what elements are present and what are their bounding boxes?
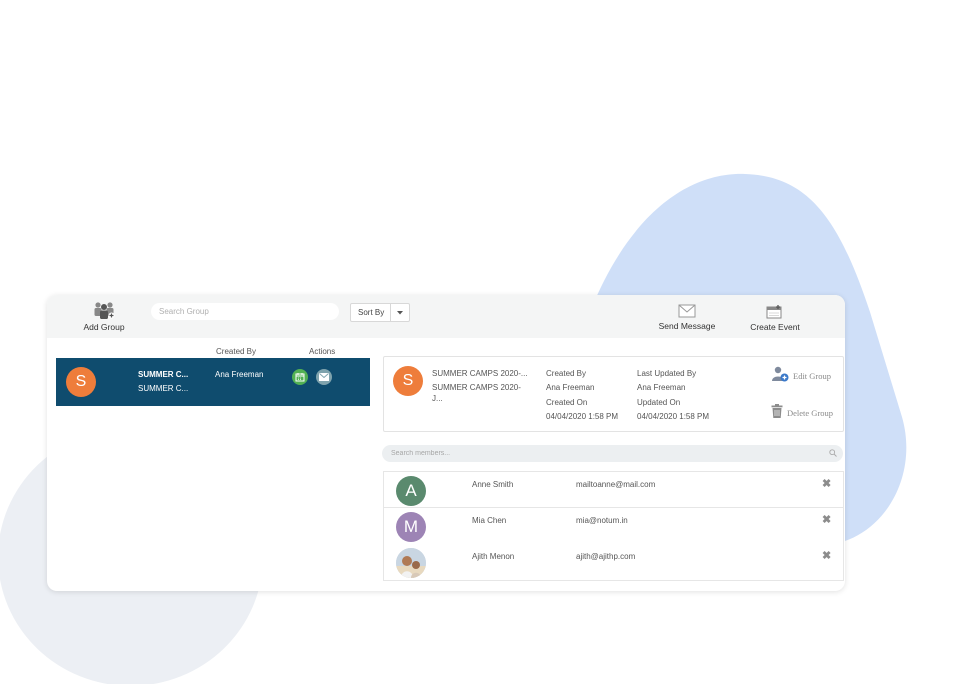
column-header-created-by: Created By xyxy=(216,347,257,356)
calendar-action-icon[interactable] xyxy=(292,369,308,385)
group-name: SUMMER C... xyxy=(138,370,189,379)
user-add-icon xyxy=(772,366,789,382)
updated-by-label: Last Updated By xyxy=(637,369,697,378)
group-detail-title: SUMMER CAMPS 2020-... xyxy=(432,369,528,378)
trash-icon xyxy=(771,404,783,418)
chevron-down-icon xyxy=(391,304,409,321)
sort-by-label: Sort By xyxy=(351,304,392,321)
member-name: Anne Smith xyxy=(472,480,514,489)
created-by-value: Ana Freeman xyxy=(546,383,595,392)
member-row: M Mia Chen mia@notum.in ✖ xyxy=(383,508,844,545)
envelope-icon xyxy=(678,304,696,318)
groups-window: Add Group Sort By Send Message Create xyxy=(47,295,845,591)
delete-group-button[interactable]: Delete Group xyxy=(771,404,833,418)
group-detail-avatar: S xyxy=(393,366,423,396)
member-avatar: A xyxy=(396,476,426,506)
updated-on-value: 04/04/2020 1:58 PM xyxy=(637,412,710,421)
created-on-value: 04/04/2020 1:58 PM xyxy=(546,412,619,421)
column-header-actions: Actions xyxy=(309,347,336,356)
member-email: ajith@ajithp.com xyxy=(576,552,636,561)
send-message-label: Send Message xyxy=(658,321,716,331)
add-group-button[interactable]: Add Group xyxy=(77,301,131,332)
member-name: Ajith Menon xyxy=(472,552,515,561)
member-email: mailtoanne@mail.com xyxy=(576,480,656,489)
group-subname: SUMMER C... xyxy=(138,384,189,393)
member-search-input[interactable] xyxy=(382,445,843,462)
member-avatar: M xyxy=(396,512,426,542)
created-by-label: Created By xyxy=(546,369,587,378)
member-photo-avatar xyxy=(396,548,426,578)
group-row-selected[interactable]: S SUMMER C... SUMMER C... Ana Freeman xyxy=(56,358,370,406)
remove-member-icon[interactable]: ✖ xyxy=(822,549,831,562)
calendar-add-icon xyxy=(766,305,782,319)
edit-group-label: Edit Group xyxy=(793,370,832,381)
group-created-by: Ana Freeman xyxy=(215,370,264,379)
member-name: Mia Chen xyxy=(472,516,507,525)
member-row: A Anne Smith mailtoanne@mail.com ✖ xyxy=(383,471,844,508)
create-event-button[interactable]: Create Event xyxy=(747,304,803,332)
member-row: Ajith Menon ajith@ajithp.com ✖ xyxy=(383,544,844,581)
add-group-label: Add Group xyxy=(83,322,125,332)
edit-group-button[interactable]: Edit Group xyxy=(771,366,831,382)
group-detail-card: S SUMMER CAMPS 2020-... SUMMER CAMPS 202… xyxy=(383,356,844,432)
updated-by-value: Ana Freeman xyxy=(637,383,686,392)
group-detail-subtitle-wrap: J... xyxy=(432,394,443,403)
updated-on-label: Updated On xyxy=(637,398,681,407)
delete-group-label: Delete Group xyxy=(787,407,834,418)
group-avatar: S xyxy=(66,367,96,397)
remove-member-icon[interactable]: ✖ xyxy=(822,513,831,526)
message-action-icon[interactable] xyxy=(316,369,332,385)
search-icon xyxy=(829,449,837,457)
member-email: mia@notum.in xyxy=(576,516,628,525)
created-on-label: Created On xyxy=(546,398,588,407)
sort-by-dropdown[interactable]: Sort By xyxy=(350,303,411,322)
group-detail-subtitle: SUMMER CAMPS 2020- xyxy=(432,383,521,392)
search-group-input[interactable] xyxy=(151,303,339,320)
toolbar: Add Group Sort By Send Message Create xyxy=(47,295,845,338)
member-list: A Anne Smith mailtoanne@mail.com ✖ M Mia… xyxy=(383,471,844,581)
group-people-icon xyxy=(94,302,115,319)
remove-member-icon[interactable]: ✖ xyxy=(822,477,831,490)
send-message-button[interactable]: Send Message xyxy=(655,304,719,331)
create-event-label: Create Event xyxy=(750,322,800,332)
